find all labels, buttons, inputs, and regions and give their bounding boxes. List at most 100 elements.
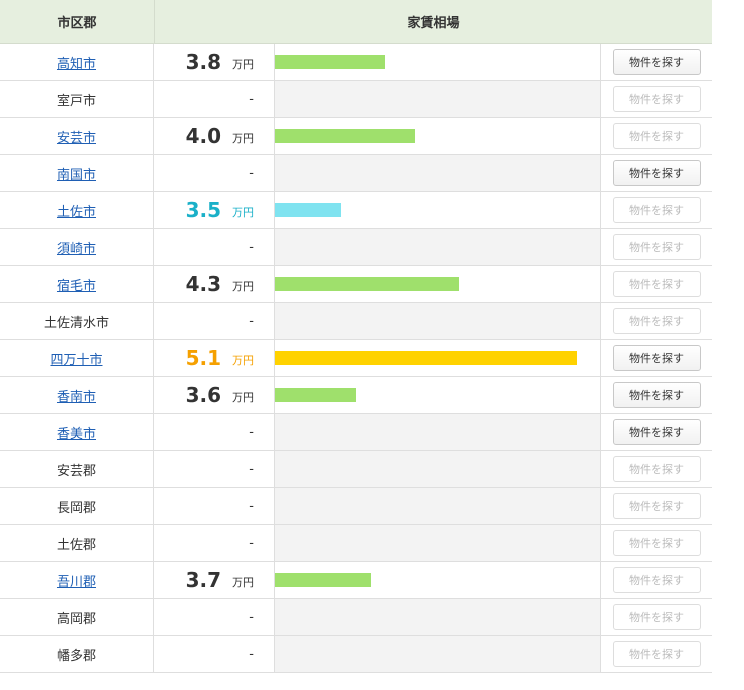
area-link[interactable]: 高知市 bbox=[57, 53, 96, 72]
area-name-cell: 土佐郡 bbox=[0, 525, 154, 561]
search-property-button: 物件を探す bbox=[612, 271, 701, 297]
table-row: 香南市 3.6 万円 物件を探す bbox=[0, 377, 712, 414]
search-property-button[interactable]: 物件を探す bbox=[612, 160, 701, 186]
search-property-button: 物件を探す bbox=[612, 604, 701, 630]
rent-value-cell: - bbox=[154, 303, 275, 339]
rent-bar-cell bbox=[275, 44, 601, 80]
area-name-cell: 四万十市 bbox=[0, 340, 154, 376]
rent-bar-cell bbox=[275, 636, 601, 672]
rent-bar-cell bbox=[275, 266, 601, 302]
rent-empty: - bbox=[249, 535, 254, 551]
search-property-button: 物件を探す bbox=[612, 197, 701, 223]
rent-bar-cell bbox=[275, 118, 601, 154]
table-row: 須崎市 - 物件を探す bbox=[0, 229, 712, 266]
rent-value-cell: 3.8 万円 bbox=[154, 44, 275, 80]
table-row: 高知市 3.8 万円 物件を探す bbox=[0, 44, 712, 81]
area-link[interactable]: 香南市 bbox=[57, 386, 96, 405]
search-button-cell: 物件を探す bbox=[601, 118, 712, 154]
rent-bar-cell bbox=[275, 414, 601, 450]
rent-value: 3.5 bbox=[185, 198, 221, 222]
search-property-button: 物件を探す bbox=[612, 86, 701, 112]
search-property-button[interactable]: 物件を探す bbox=[612, 49, 701, 75]
table-row: 吾川郡 3.7 万円 物件を探す bbox=[0, 562, 712, 599]
rent-unit: 万円 bbox=[232, 354, 254, 367]
search-property-button: 物件を探す bbox=[612, 530, 701, 556]
rent-empty: - bbox=[249, 165, 254, 181]
area-link[interactable]: 須崎市 bbox=[57, 238, 96, 257]
rent-unit: 万円 bbox=[232, 58, 254, 71]
rent-value: 3.7 bbox=[185, 568, 221, 592]
area-link[interactable]: 土佐市 bbox=[57, 201, 96, 220]
search-button-cell: 物件を探す bbox=[601, 636, 712, 672]
area-label: 安芸郡 bbox=[56, 463, 96, 479]
search-property-button[interactable]: 物件を探す bbox=[612, 419, 701, 445]
table-row: 土佐清水市 - 物件を探す bbox=[0, 303, 712, 340]
search-button-cell: 物件を探す bbox=[601, 599, 712, 635]
rent-value-cell: 3.7 万円 bbox=[154, 562, 275, 598]
area-name-cell: 宿毛市 bbox=[0, 266, 154, 302]
rent-unit: 万円 bbox=[232, 576, 254, 589]
rent-bar-cell bbox=[275, 451, 601, 487]
rent-value-cell: - bbox=[154, 229, 275, 265]
search-button-cell: 物件を探す bbox=[601, 266, 712, 302]
rent-unit: 万円 bbox=[232, 391, 254, 404]
area-link[interactable]: 四万十市 bbox=[50, 349, 102, 368]
rent-value: 3.8 bbox=[185, 50, 221, 74]
area-name-cell: 南国市 bbox=[0, 155, 154, 191]
area-name-cell: 長岡郡 bbox=[0, 488, 154, 524]
rent-bar bbox=[275, 129, 415, 143]
table-row: 土佐郡 - 物件を探す bbox=[0, 525, 712, 562]
rent-value-cell: 4.3 万円 bbox=[154, 266, 275, 302]
rent-empty: - bbox=[249, 609, 254, 625]
rent-unit: 万円 bbox=[232, 206, 254, 219]
search-property-button: 物件を探す bbox=[612, 493, 701, 519]
area-name-cell: 香南市 bbox=[0, 377, 154, 413]
rent-bar bbox=[275, 388, 356, 402]
header-rent: 家賃相場 bbox=[407, 16, 460, 31]
area-name-cell: 土佐市 bbox=[0, 192, 154, 228]
rent-value-cell: 3.5 万円 bbox=[154, 192, 275, 228]
rent-bar bbox=[275, 55, 385, 69]
table-row: 香美市 - 物件を探す bbox=[0, 414, 712, 451]
rent-value: 5.1 bbox=[185, 346, 221, 370]
rent-value: 4.3 bbox=[185, 272, 221, 296]
search-button-cell: 物件を探す bbox=[601, 229, 712, 265]
area-name-cell: 高知市 bbox=[0, 44, 154, 80]
rent-bar-cell bbox=[275, 562, 601, 598]
area-link[interactable]: 香美市 bbox=[57, 423, 96, 442]
table-header: 市区郡 家賃相場 bbox=[0, 0, 712, 44]
search-button-cell: 物件を探す bbox=[601, 377, 712, 413]
area-name-cell: 土佐清水市 bbox=[0, 303, 154, 339]
area-link[interactable]: 吾川郡 bbox=[57, 571, 96, 590]
search-button-cell: 物件を探す bbox=[601, 562, 712, 598]
search-property-button[interactable]: 物件を探す bbox=[612, 382, 701, 408]
rent-empty: - bbox=[249, 313, 254, 329]
search-button-cell: 物件を探す bbox=[601, 488, 712, 524]
rent-bar-cell bbox=[275, 155, 601, 191]
search-property-button: 物件を探す bbox=[612, 308, 701, 334]
rent-empty: - bbox=[249, 646, 254, 662]
area-label: 長岡郡 bbox=[56, 500, 96, 516]
area-name-cell: 幡多郡 bbox=[0, 636, 154, 672]
search-button-cell: 物件を探す bbox=[601, 192, 712, 228]
search-property-button[interactable]: 物件を探す bbox=[612, 345, 701, 371]
area-link[interactable]: 南国市 bbox=[57, 164, 96, 183]
area-link[interactable]: 安芸市 bbox=[57, 127, 96, 146]
area-link[interactable]: 宿毛市 bbox=[57, 275, 96, 294]
rent-bar-cell bbox=[275, 303, 601, 339]
rent-bar-cell bbox=[275, 192, 601, 228]
rent-empty: - bbox=[249, 461, 254, 477]
area-name-cell: 須崎市 bbox=[0, 229, 154, 265]
search-property-button: 物件を探す bbox=[612, 123, 701, 149]
rent-value-cell: - bbox=[154, 599, 275, 635]
rent-empty: - bbox=[249, 239, 254, 255]
search-button-cell: 物件を探す bbox=[601, 414, 712, 450]
rent-bar bbox=[275, 573, 371, 587]
area-name-cell: 室戸市 bbox=[0, 81, 154, 117]
search-button-cell: 物件を探す bbox=[601, 303, 712, 339]
rent-bar bbox=[275, 351, 577, 365]
rent-value-cell: 3.6 万円 bbox=[154, 377, 275, 413]
header-area: 市区郡 bbox=[0, 0, 155, 43]
rent-value-cell: - bbox=[154, 488, 275, 524]
area-label: 幡多郡 bbox=[56, 648, 96, 664]
